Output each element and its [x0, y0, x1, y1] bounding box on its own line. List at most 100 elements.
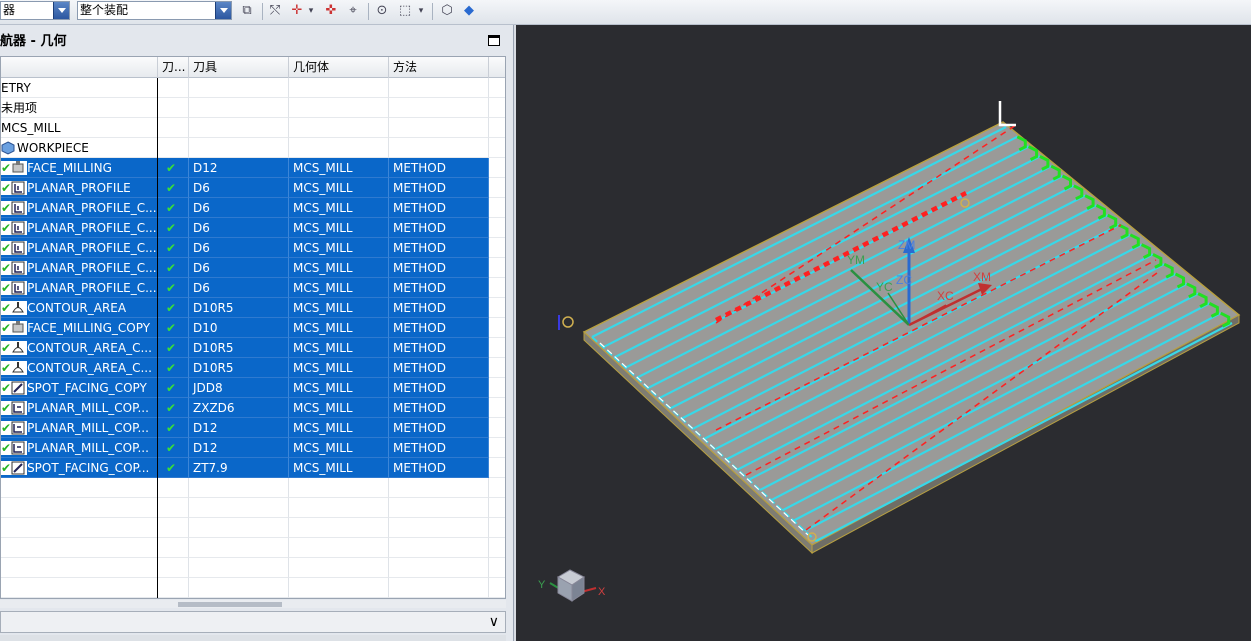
tree-node-row[interactable]: WORKPIECE — [1, 138, 505, 158]
operation-row[interactable]: ✔ PLANAR_PROFILE_C... ✔ D6 MCS_MILL METHOD — [1, 218, 505, 238]
details-pane-bar[interactable]: ∨ — [0, 611, 506, 633]
operation-method: METHOD — [393, 201, 446, 215]
operation-geometry: MCS_MILL — [293, 461, 353, 475]
tool-column-header[interactable]: 刀具 — [189, 57, 289, 78]
planar-profile-icon — [11, 281, 28, 295]
status-check-icon: ✔ — [1, 341, 12, 355]
geometry-column-header[interactable]: 几何体 — [289, 57, 389, 78]
operation-row[interactable]: ✔ PLANAR_MILL_COP... ✔ D12 MCS_MILL METHOD — [1, 418, 505, 438]
grid-cell — [189, 478, 289, 498]
method-column-header[interactable]: 方法 — [389, 57, 489, 78]
view-triad[interactable]: Y X — [538, 569, 606, 602]
toolpath-ok-icon: ✔ — [166, 321, 177, 335]
operation-tool: D6 — [193, 281, 210, 295]
grid-cell: ✔ PLANAR_PROFILE_C... — [1, 218, 158, 238]
snap-settings-icon[interactable]: ⌖ — [344, 2, 362, 20]
contour-area-icon — [11, 301, 28, 315]
grid-cell — [489, 578, 505, 598]
grid-cell: ✔ — [158, 178, 189, 198]
grid-cell: D6 — [189, 258, 289, 278]
operation-row[interactable]: ✔ PLANAR_MILL_COP... ✔ ZXZD6 MCS_MILL METHOD — [1, 398, 505, 418]
wireframe-icon[interactable]: ⬡ — [438, 2, 456, 20]
chevron-down-icon[interactable]: ∨ — [489, 614, 499, 630]
operation-row[interactable]: ✔ PLANAR_PROFILE_C... ✔ D6 MCS_MILL METHOD — [1, 198, 505, 218]
operation-row[interactable]: ✔ CONTOUR_AREA_C... ✔ D10R5 MCS_MILL METHOD — [1, 338, 505, 358]
grid-cell — [189, 538, 289, 558]
chevron-down-icon[interactable]: ▾ — [416, 2, 426, 20]
box-select-icon[interactable]: ⬚ — [396, 2, 414, 20]
snap-point-icon[interactable]: ⤲ — [266, 2, 284, 20]
grid-cell — [158, 98, 189, 118]
grid-cell: D6 — [189, 278, 289, 298]
grid-cell: METHOD — [389, 198, 489, 218]
grid-cell: MCS_MILL — [289, 278, 389, 298]
operation-row[interactable]: ✔ PLANAR_PROFILE_C... ✔ D6 MCS_MILL METHOD — [1, 238, 505, 258]
zm-label: ZM — [898, 238, 915, 252]
toolpath-ok-icon: ✔ — [166, 181, 177, 195]
status-check-icon: ✔ — [1, 161, 12, 175]
grid-cell — [389, 558, 489, 578]
operation-row[interactable]: ✔ SPOT_FACING_COP... ✔ ZT7.9 MCS_MILL METHOD — [1, 458, 505, 478]
part-toolpath-view[interactable]: ZM YM XM ZC YC XC Y X — [516, 25, 1251, 641]
name-column-header[interactable] — [1, 57, 158, 78]
grid-cell — [289, 498, 389, 518]
operation-method: METHOD — [393, 421, 446, 435]
toolpath-ok-icon: ✔ — [166, 361, 177, 375]
tree-node-row[interactable]: 未用项 — [1, 98, 505, 118]
tool-marker — [562, 316, 574, 328]
graphics-viewport[interactable]: ZM YM XM ZC YC XC Y X — [516, 25, 1251, 641]
toolpath-status-column-header[interactable]: 刀... — [158, 57, 189, 78]
grid-cell: D10R5 — [189, 358, 289, 378]
scrollbar-thumb[interactable] — [178, 602, 282, 607]
maximize-icon[interactable] — [488, 35, 500, 46]
chevron-down-icon[interactable]: ▾ — [306, 2, 316, 20]
operation-method: METHOD — [393, 261, 446, 275]
operation-row[interactable]: ✔ FACE_MILLING ✔ D12 MCS_MILL METHOD — [1, 158, 505, 178]
grid-cell: MCS_MILL — [289, 358, 389, 378]
assembly-scope-dropdown[interactable]: 整个装配 — [77, 1, 232, 20]
operation-row[interactable]: ✔ CONTOUR_AREA_C... ✔ D10R5 MCS_MILL METHOD — [1, 358, 505, 378]
status-check-icon: ✔ — [1, 381, 12, 395]
operation-name: SPOT_FACING_COP... — [27, 461, 150, 475]
operation-row[interactable]: ✔ PLANAR_PROFILE ✔ D6 MCS_MILL METHOD — [1, 178, 505, 198]
grid-cell: MCS_MILL — [1, 118, 158, 138]
operation-row[interactable]: ✔ CONTOUR_AREA ✔ D10R5 MCS_MILL METHOD — [1, 298, 505, 318]
grid-cell — [489, 498, 505, 518]
tree-node-row[interactable]: MCS_MILL — [1, 118, 505, 138]
grid-cell: MCS_MILL — [289, 338, 389, 358]
toolpath-ok-icon: ✔ — [166, 261, 177, 275]
grid-cell: MCS_MILL — [289, 438, 389, 458]
grid-cell — [189, 78, 289, 98]
operation-row[interactable]: ✔ PLANAR_MILL_COP... ✔ D12 MCS_MILL METHOD — [1, 438, 505, 458]
operation-tool: D6 — [193, 241, 210, 255]
grid-cell: METHOD — [389, 158, 489, 178]
bottom-strip — [0, 635, 506, 641]
grid-cell: ✔ — [158, 438, 189, 458]
horizontal-scrollbar[interactable] — [0, 600, 506, 608]
status-check-icon: ✔ — [1, 441, 12, 455]
status-check-icon: ✔ — [1, 301, 12, 315]
chevron-down-icon[interactable] — [215, 2, 231, 19]
select-components-icon[interactable]: ⧉ — [238, 2, 256, 20]
operation-tool: D6 — [193, 261, 210, 275]
grid-cell: ✔ — [158, 198, 189, 218]
shaded-cube-icon[interactable]: ◆ — [460, 2, 478, 20]
point-on-curve-icon[interactable]: ✛ — [288, 2, 306, 20]
operation-row[interactable]: ✔ SPOT_FACING_COPY ✔ JDD8 MCS_MILL METHOD — [1, 378, 505, 398]
grid-cell: METHOD — [389, 238, 489, 258]
operation-row[interactable]: ✔ FACE_MILLING_COPY ✔ D10 MCS_MILL METHOD — [1, 318, 505, 338]
grid-cell — [289, 478, 389, 498]
assembly-scope-value: 整个装配 — [80, 3, 129, 17]
intersection-point-icon[interactable]: ✜ — [322, 2, 340, 20]
grid-cell: MCS_MILL — [289, 158, 389, 178]
grid-header: 刀... 刀具 几何体 方法 — [1, 57, 505, 78]
grid-cell: METHOD — [389, 378, 489, 398]
grid-cell — [389, 138, 489, 158]
operation-row[interactable]: ✔ PLANAR_PROFILE_C... ✔ D6 MCS_MILL METHOD — [1, 278, 505, 298]
view-orient-icon[interactable]: ⊙ — [373, 2, 391, 20]
operation-row[interactable]: ✔ PLANAR_PROFILE_C... ✔ D6 MCS_MILL METHOD — [1, 258, 505, 278]
chevron-down-icon[interactable] — [53, 2, 69, 19]
toolpath-ok-icon: ✔ — [166, 461, 177, 475]
tree-node-row[interactable]: ETRY — [1, 78, 505, 98]
selection-filter-dropdown[interactable]: 器 — [0, 1, 70, 20]
